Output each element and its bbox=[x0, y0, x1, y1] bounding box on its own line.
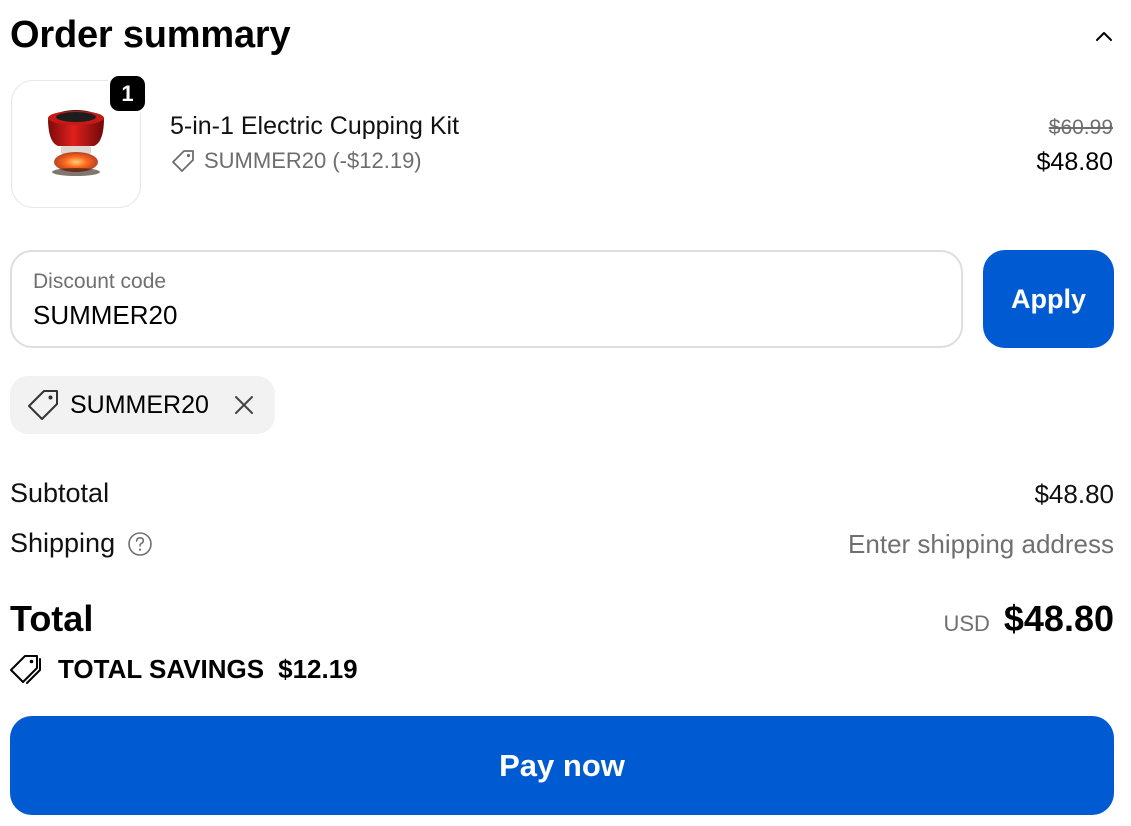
item-discount: SUMMER20 (-$12.19) bbox=[170, 148, 422, 174]
chevron-up-icon bbox=[1096, 32, 1112, 41]
subtotal-value: $48.80 bbox=[1034, 479, 1114, 509]
original-price: $60.99 bbox=[1048, 116, 1113, 139]
discounted-price: $48.80 bbox=[1036, 148, 1113, 176]
applied-discount-chip: SUMMER20 bbox=[10, 376, 275, 434]
total-label: Total bbox=[10, 598, 94, 639]
discount-code-input[interactable]: SUMMER20 bbox=[33, 300, 177, 331]
product-name: 5-in-1 Electric Cupping Kit bbox=[170, 112, 460, 140]
quantity-badge: 1 bbox=[107, 73, 148, 114]
close-icon bbox=[234, 396, 253, 414]
shipping-help-button[interactable] bbox=[127, 531, 153, 557]
discount-code-label: Discount code bbox=[33, 270, 167, 293]
pay-now-button[interactable]: Pay now bbox=[10, 716, 1114, 815]
total-amount: $48.80 bbox=[1003, 598, 1114, 639]
tags-icon bbox=[10, 655, 41, 684]
apply-button[interactable]: Apply bbox=[983, 250, 1114, 348]
currency-code: USD bbox=[943, 611, 990, 636]
collapse-toggle-button[interactable] bbox=[1088, 22, 1120, 50]
tag-icon bbox=[28, 390, 58, 420]
tag-icon bbox=[172, 150, 194, 172]
subtotal-label: Subtotal bbox=[10, 478, 110, 508]
total-value: USD $48.80 bbox=[943, 598, 1114, 640]
shipping-label: Shipping bbox=[10, 528, 116, 558]
applied-code-text: SUMMER20 bbox=[70, 390, 209, 419]
question-circle-icon bbox=[128, 531, 152, 556]
item-discount-text: SUMMER20 (-$12.19) bbox=[204, 148, 422, 173]
savings-label: TOTAL SAVINGS bbox=[58, 653, 265, 684]
savings-value: $12.19 bbox=[278, 653, 358, 684]
discount-code-field[interactable]: Discount code SUMMER20 bbox=[10, 250, 963, 348]
remove-discount-button[interactable] bbox=[229, 390, 259, 420]
order-summary-panel: Order summary 1 5-in-1 Electric Cupping … bbox=[0, 0, 1131, 826]
page-title: Order summary bbox=[10, 14, 291, 56]
total-savings: TOTAL SAVINGS $12.19 bbox=[10, 652, 358, 686]
shipping-value: Enter shipping address bbox=[848, 529, 1114, 559]
shipping-row: Shipping bbox=[10, 528, 153, 559]
